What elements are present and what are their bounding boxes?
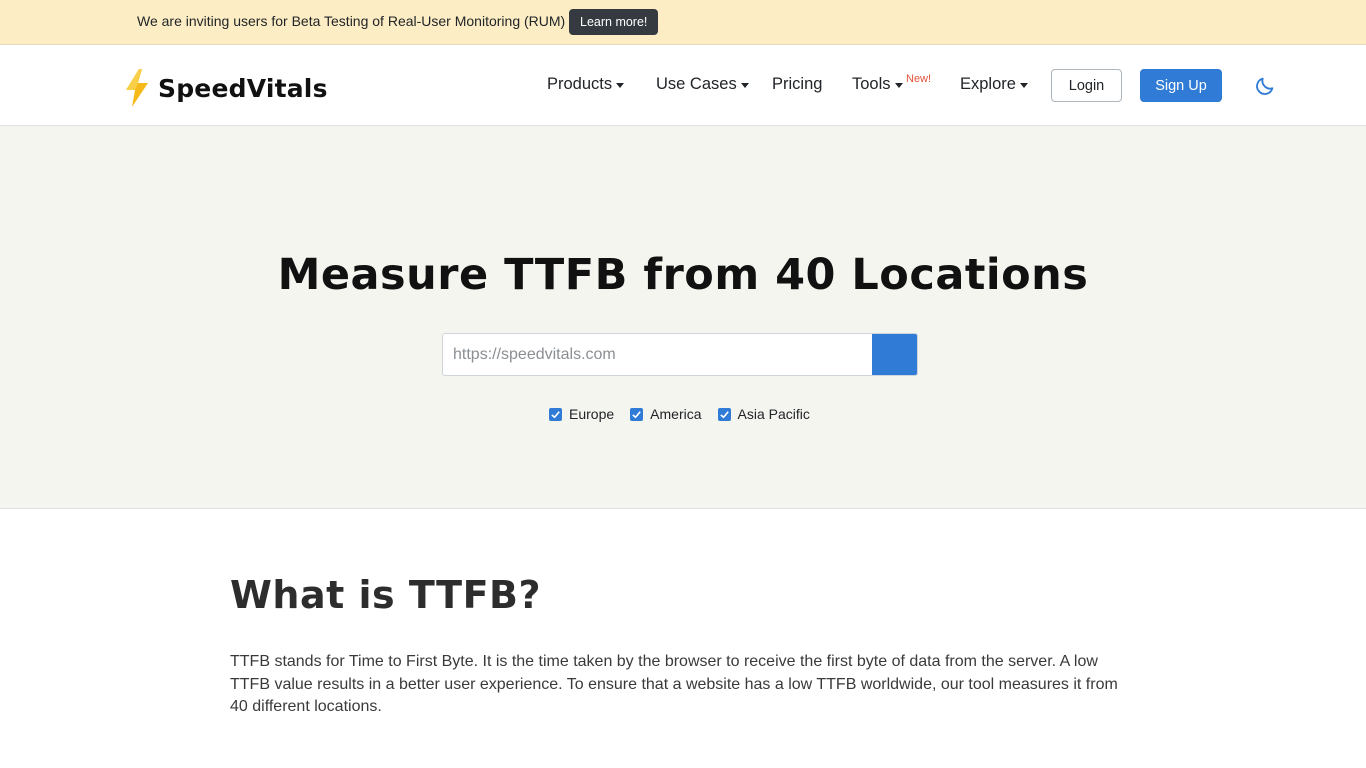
login-button[interactable]: Login [1051,69,1122,102]
brand-logo[interactable]: SpeedVitals [124,69,328,107]
hero-title: Measure TTFB from 40 Locations [277,250,1089,300]
announcement-text: We are inviting users for Beta Testing o… [137,13,566,29]
section-title: What is TTFB? [230,573,542,617]
checkbox-checked-icon[interactable] [630,407,644,421]
nav-tools[interactable]: Tools New! [852,73,931,94]
region-asia-pacific[interactable]: Asia Pacific [717,406,810,422]
sign-up-button[interactable]: Sign Up [1140,69,1222,102]
chevron-down-icon [740,83,749,88]
learn-more-button[interactable]: Learn more! [569,9,659,35]
chevron-down-icon [1019,83,1028,88]
nav-use-cases[interactable]: Use Cases [656,75,749,94]
region-label: Asia Pacific [737,406,810,422]
nav-use-cases-label: Use Cases [656,75,737,93]
brand-name: SpeedVitals [158,73,328,103]
chevron-down-icon [894,83,903,88]
navbar: SpeedVitals Products Use Cases Pricing T… [0,45,1366,126]
nav-explore[interactable]: Explore [960,75,1028,94]
lightning-bolt-icon [126,69,148,107]
region-checkboxes: Europe America Asia Pacific [549,406,826,422]
nav-pricing[interactable]: Pricing [772,75,822,94]
search-submit-button[interactable] [872,334,917,375]
region-america[interactable]: America [630,406,702,422]
section-paragraph: TTFB stands for Time to First Byte. It i… [230,653,1118,715]
nav-explore-label: Explore [960,75,1016,93]
nav-pricing-label: Pricing [772,75,823,93]
region-label: Europe [569,406,615,422]
nav-tools-label: Tools [852,75,891,93]
region-europe[interactable]: Europe [549,406,614,422]
hero-section: Measure TTFB from 40 Locations Europe Am… [0,126,1366,509]
region-label: America [650,406,702,422]
url-search-box [442,333,918,376]
moon-icon[interactable] [1254,75,1276,97]
nav-products[interactable]: Products [547,75,625,94]
checkbox-checked-icon[interactable] [549,407,562,421]
new-badge: New! [906,73,932,85]
nav-products-label: Products [547,75,613,93]
url-input[interactable] [443,334,871,375]
chevron-down-icon [616,83,625,88]
announcement-bar: We are inviting users for Beta Testing o… [0,0,1366,45]
checkbox-checked-icon[interactable] [717,407,731,421]
